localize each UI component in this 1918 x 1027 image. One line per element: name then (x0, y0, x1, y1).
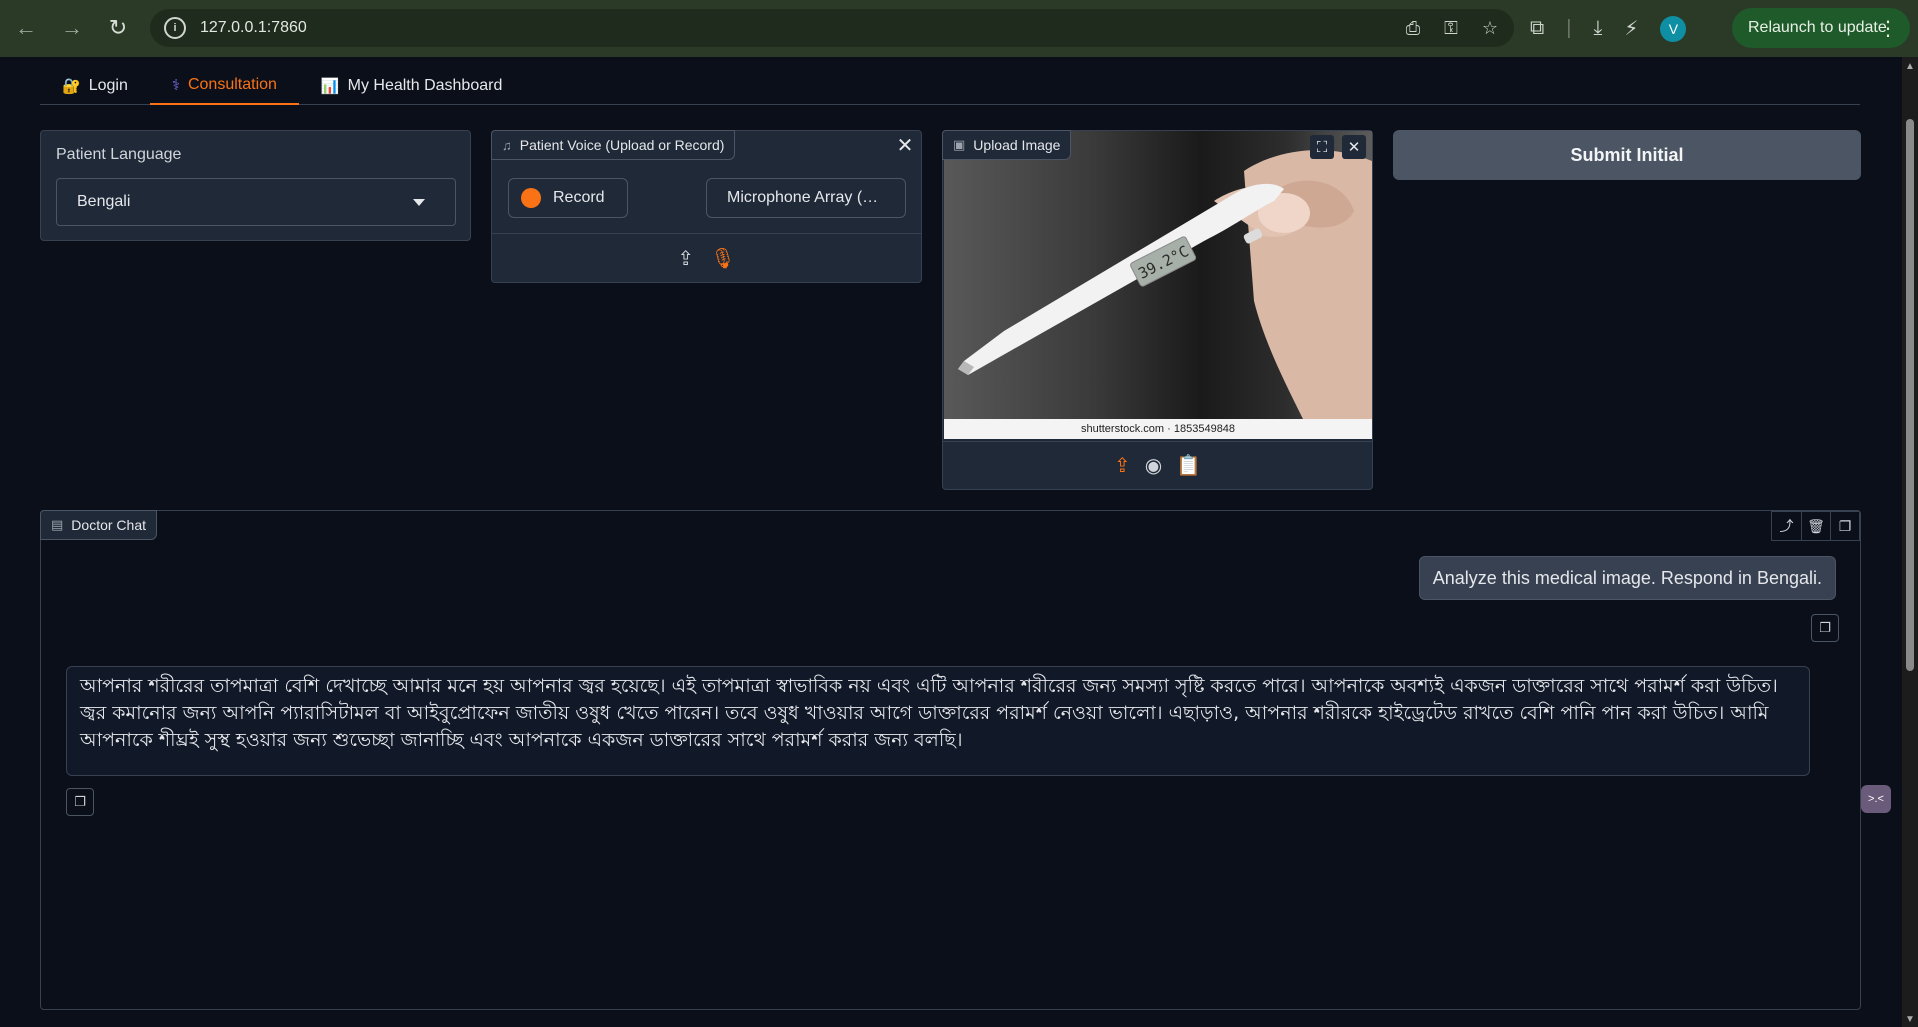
forward-button[interactable]: → (54, 10, 90, 46)
microphone-select[interactable]: Microphone Array (… (706, 178, 906, 218)
scroll-up-icon[interactable]: ▲ (1905, 61, 1915, 72)
clear-image-button[interactable]: ✕ (1342, 135, 1366, 159)
scroll-thumb[interactable] (1906, 119, 1914, 671)
upload-icon[interactable]: ⇪ (677, 246, 694, 271)
patient-voice-panel: ♫ Patient Voice (Upload or Record) ✕ Rec… (491, 130, 922, 283)
clipboard-icon[interactable]: 📋 (1176, 453, 1201, 478)
url-text[interactable]: 127.0.0.1:7860 (200, 19, 307, 37)
reload-button[interactable]: ↻ (100, 10, 136, 46)
relaunch-label: Relaunch to update (1748, 19, 1887, 36)
thermometer-photo: 39.2°C (958, 150, 1372, 421)
selected-language: Bengali (77, 193, 131, 210)
lock-key-icon: 🔐 (62, 78, 81, 95)
uploaded-image: 39.2°C shutterstock.com · 1853549848 (944, 131, 1372, 439)
trash-icon[interactable]: 🗑 (1801, 512, 1830, 540)
downloads-icon[interactable]: ⤓ (1593, 17, 1602, 40)
photo-credit: shutterstock.com · 1853549848 (944, 419, 1372, 439)
extensions-icon[interactable]: ⧉ (1530, 17, 1544, 40)
toolbar-divider: | (1566, 17, 1572, 39)
submit-initial-button[interactable]: Submit Initial (1393, 130, 1861, 180)
fullscreen-icon[interactable]: ⛶ (1310, 135, 1334, 159)
performance-icon[interactable]: ⚡ (1624, 16, 1638, 41)
upload-image-label: ▣ Upload Image (942, 130, 1072, 160)
app-page: 🔐 Login ⚕ Consultation 📊 My Health Dashb… (0, 57, 1902, 1027)
record-button[interactable]: Record (508, 178, 628, 218)
record-dot-icon (521, 188, 541, 208)
patient-language-panel: Patient Language Bengali (40, 130, 471, 241)
microphone-icon[interactable]: 🎙 (710, 246, 735, 271)
address-bar[interactable]: i 127.0.0.1:7860 ⎙ ⚿ ☆ (150, 9, 1514, 47)
image-icon: ▣ (953, 137, 966, 152)
patient-language-dropdown[interactable]: Bengali (56, 178, 456, 226)
patient-voice-label: ♫ Patient Voice (Upload or Record) (491, 130, 736, 160)
scroll-down-icon[interactable]: ▼ (1905, 1014, 1915, 1025)
browser-toolbar: ← → ↻ i 127.0.0.1:7860 ⎙ ⚿ ☆ ⧉ | ⤓ ⚡ V R… (0, 0, 1918, 57)
patient-language-label: Patient Language (56, 146, 182, 163)
tab-label: Consultation (187, 76, 277, 93)
page-scrollbar[interactable]: ▲ ▼ (1902, 57, 1918, 1027)
copy-all-icon[interactable]: ❐ (1830, 512, 1859, 540)
music-note-icon: ♫ (502, 137, 512, 153)
upload-image-panel: 39.2°C shutterstock.com · 1853549848 ▣ U… (942, 130, 1373, 490)
upload-icon[interactable]: ⇪ (1114, 453, 1131, 478)
menu-dots-icon[interactable]: ⋮ (1878, 16, 1898, 41)
floating-widget-icon[interactable]: >.< (1861, 785, 1891, 813)
copy-user-message-button[interactable]: ❐ (1811, 614, 1839, 642)
tab-consultation[interactable]: ⚕ Consultation (149, 67, 299, 105)
bot-message: আপনার শরীরের তাপমাত্রা বেশি দেখাচ্ছে আমা… (66, 666, 1810, 776)
back-button[interactable]: ← (8, 10, 44, 46)
install-app-icon[interactable]: ⎙ (1406, 18, 1420, 39)
patient-voice-label-text: Patient Voice (Upload or Record) (519, 137, 725, 153)
clear-audio-button[interactable]: ✕ (892, 132, 918, 158)
tab-label: My Health Dashboard (347, 77, 503, 94)
profile-avatar[interactable]: V (1660, 15, 1687, 42)
password-key-icon[interactable]: ⚿ (1444, 18, 1458, 39)
doctor-chat-label: ▤ Doctor Chat (40, 510, 157, 540)
tab-label: Login (88, 77, 128, 94)
chevron-down-icon (413, 199, 425, 206)
tab-login[interactable]: 🔐 Login (40, 67, 150, 105)
site-info-icon[interactable]: i (164, 17, 186, 39)
share-icon[interactable]: ⤴ (1772, 512, 1801, 540)
tab-my-health-dashboard[interactable]: 📊 My Health Dashboard (299, 67, 524, 105)
doctor-chat-panel: ▤ Doctor Chat ⤴ 🗑 ❐ Analyze this medical… (40, 510, 1861, 1010)
bookmark-star-icon[interactable]: ☆ (1482, 18, 1498, 39)
record-label: Record (553, 189, 605, 206)
doctor-chat-label-text: Doctor Chat (71, 517, 146, 533)
audio-source-bar: ⇪ 🎙 (492, 233, 921, 282)
copy-bot-message-button[interactable]: ❐ (66, 788, 94, 816)
user-message: Analyze this medical image. Respond in B… (1418, 556, 1836, 600)
relaunch-button[interactable]: Relaunch to update ⋮ (1732, 8, 1910, 48)
chat-bubble-icon: ▤ (51, 517, 64, 532)
image-source-bar: ⇪ ◉ 📋 (943, 441, 1372, 489)
stethoscope-icon: ⚕ (171, 77, 180, 94)
tab-bar: 🔐 Login ⚕ Consultation 📊 My Health Dashb… (40, 67, 1860, 105)
webcam-icon[interactable]: ◉ (1145, 453, 1162, 478)
bar-chart-icon: 📊 (320, 78, 340, 95)
upload-image-label-text: Upload Image (973, 137, 1061, 153)
